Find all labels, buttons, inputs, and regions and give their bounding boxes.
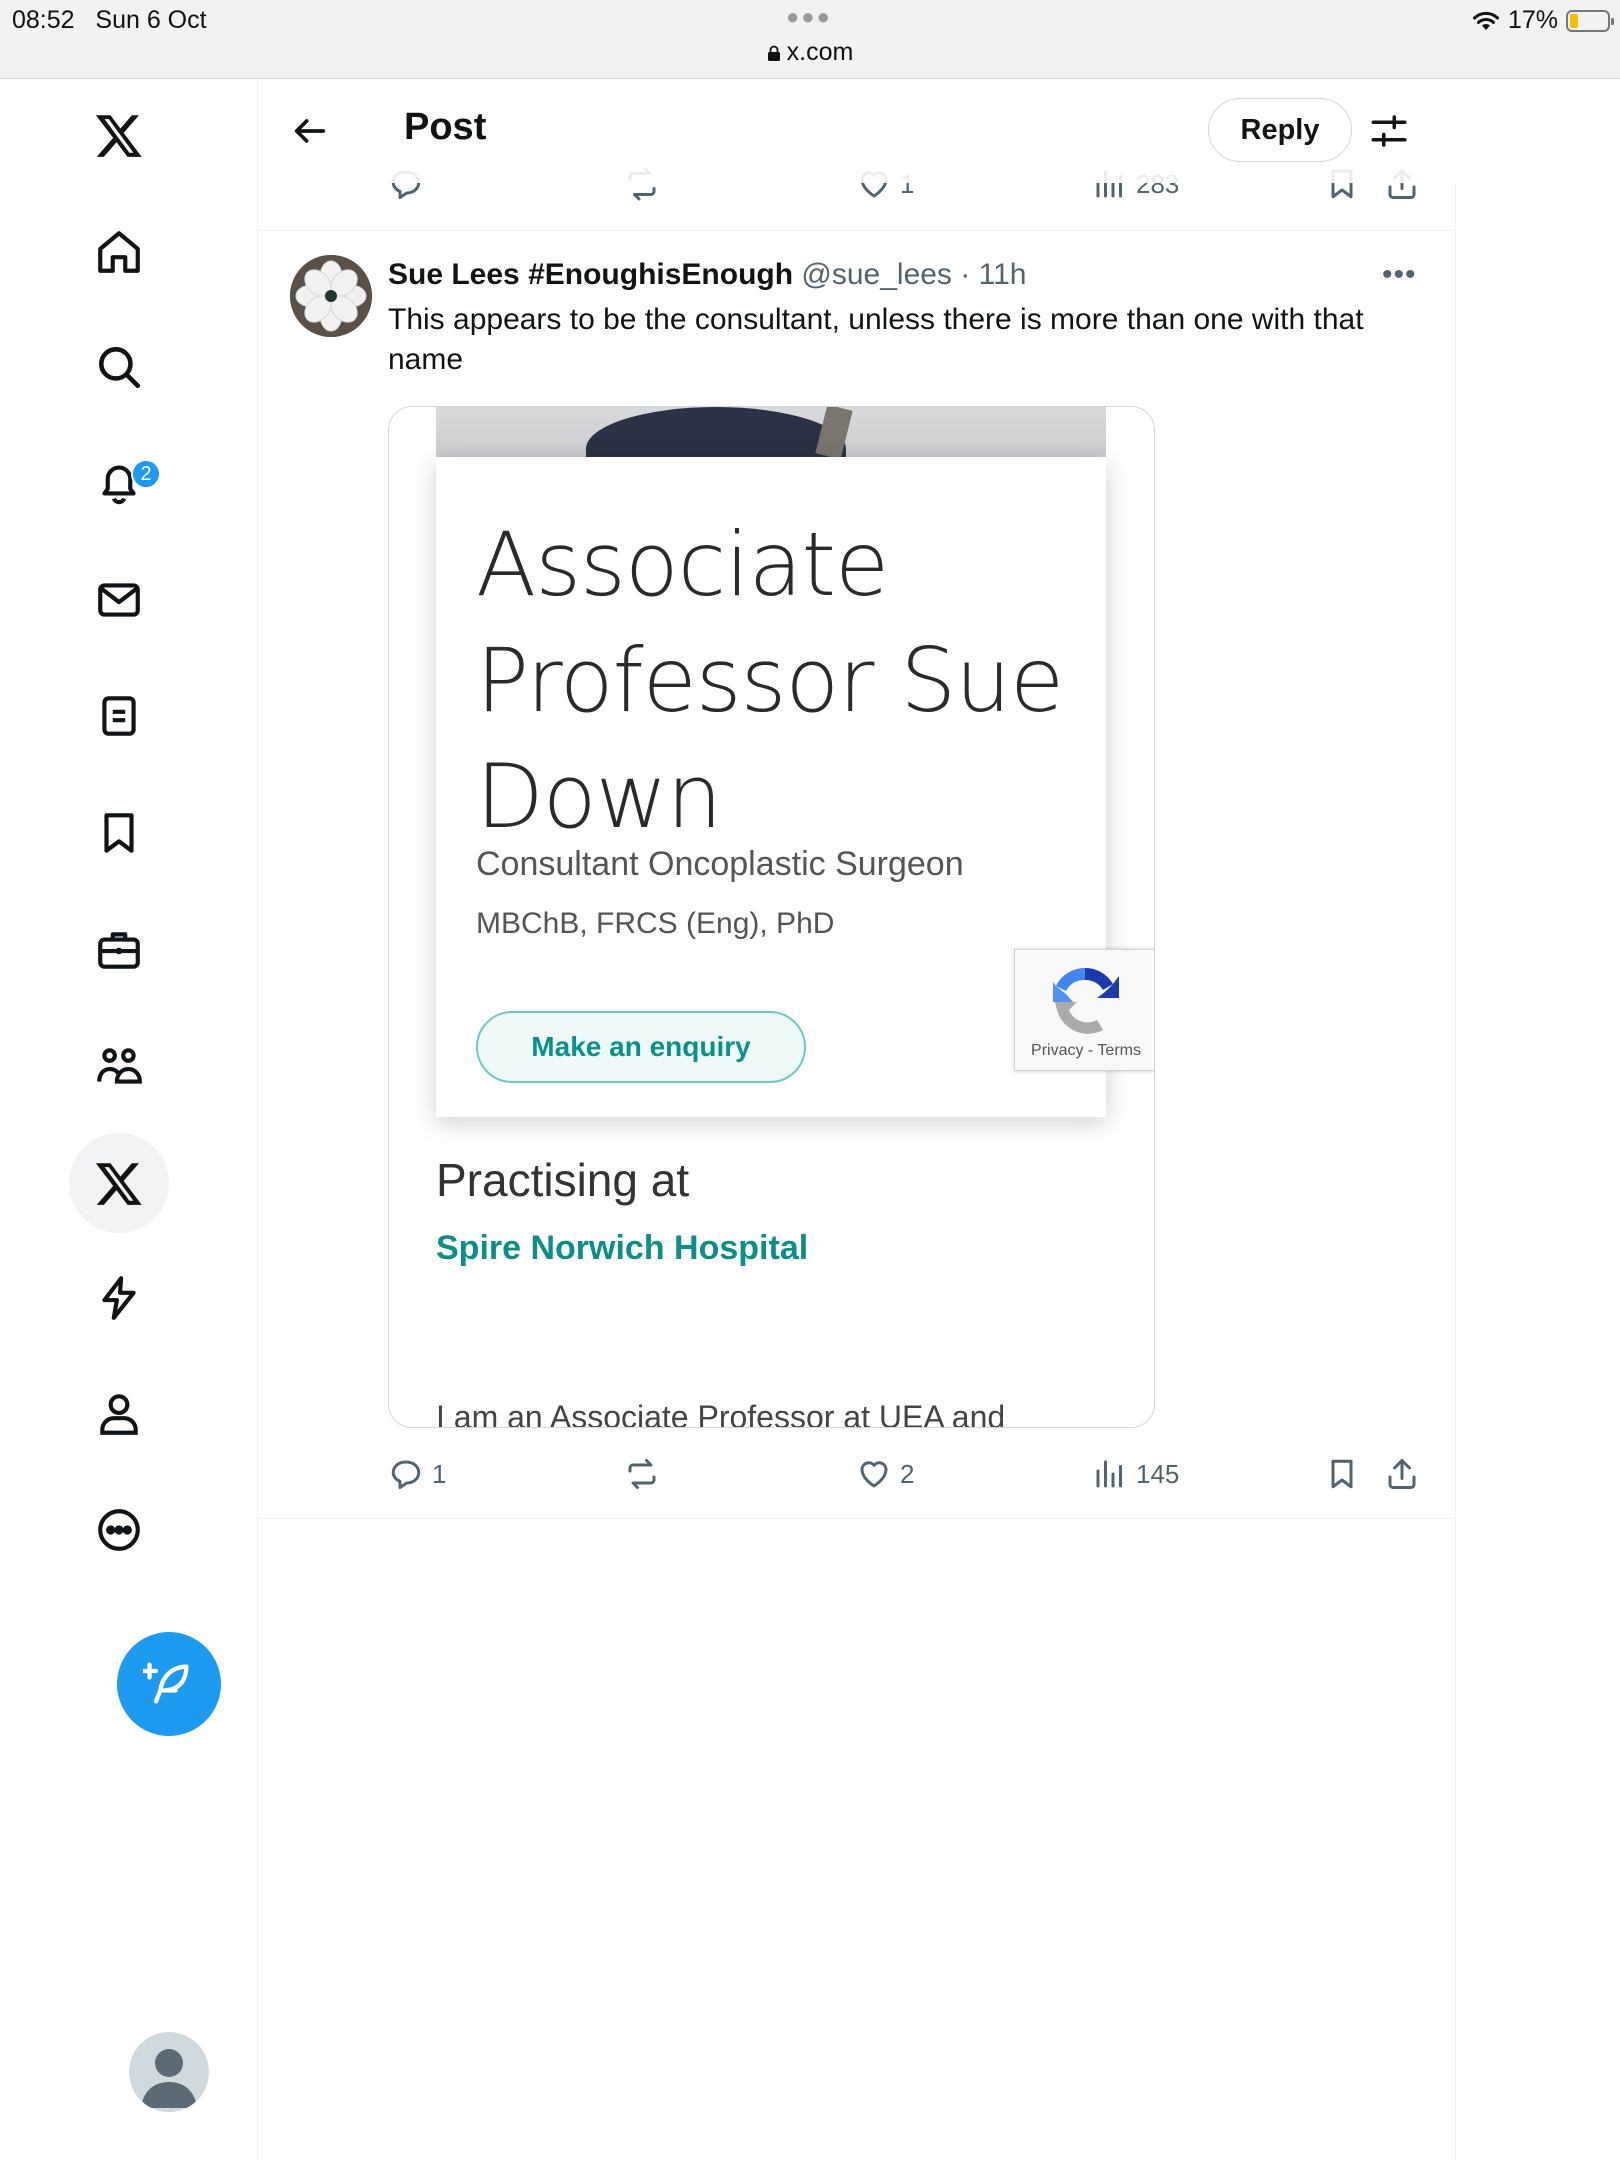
divider — [258, 230, 1456, 231]
more-options-icon[interactable] — [69, 1480, 169, 1580]
reply-count: 1 — [432, 1458, 447, 1489]
profile-person-icon[interactable] — [69, 1364, 169, 1464]
profile-photo-crop — [436, 407, 1106, 457]
date-text: Sun 6 Oct — [95, 6, 207, 34]
messages-envelope-icon[interactable] — [69, 550, 169, 650]
bookmarks-icon[interactable] — [69, 783, 169, 883]
post-text: This appears to be the consultant, unles… — [388, 303, 1364, 376]
feather-plus-icon — [143, 1662, 189, 1704]
recaptcha-icon — [1053, 967, 1119, 1034]
jobs-briefcase-icon[interactable] — [69, 900, 169, 1000]
divider — [258, 1518, 1456, 1519]
lock-icon — [767, 45, 780, 61]
like-action-button[interactable]: 2 — [856, 1456, 914, 1492]
heart-icon — [860, 1461, 888, 1488]
doctor-profile-card: Associate Professor Sue Down Consultant … — [436, 457, 1106, 1117]
make-enquiry-button: Make an enquiry — [476, 1011, 806, 1083]
reply-action-button[interactable]: 1 — [388, 1456, 446, 1492]
recaptcha-badge: Privacy - Terms — [1014, 949, 1154, 1071]
back-arrow-icon[interactable] — [290, 111, 330, 151]
repost-action-button[interactable] — [624, 1456, 660, 1492]
post-image[interactable]: Associate Professor Sue Down Consultant … — [388, 406, 1155, 1428]
view-count: 145 — [1136, 1458, 1180, 1489]
author-avatar[interactable] — [290, 255, 372, 337]
author-name[interactable]: Sue Lees #EnoughisEnough — [388, 258, 793, 291]
communities-icon[interactable] — [69, 1017, 169, 1117]
bookmark-action-button[interactable] — [1324, 1456, 1360, 1492]
compose-post-button[interactable] — [117, 1632, 221, 1736]
lists-icon[interactable] — [69, 666, 169, 766]
x-logo-icon[interactable] — [69, 85, 169, 185]
reply-button[interactable]: Reply — [1208, 98, 1352, 162]
page-title: Post — [404, 106, 487, 148]
post-time[interactable]: · 11h — [960, 258, 1026, 291]
flower-avatar-image — [290, 255, 372, 337]
notification-badge: 2 — [131, 459, 161, 489]
repost-icon — [628, 1459, 656, 1489]
default-avatar-icon — [141, 2049, 197, 2108]
account-avatar[interactable] — [129, 2032, 209, 2112]
verified-orgs-lightning-icon[interactable] — [69, 1248, 169, 1348]
status-right: 17% — [1472, 6, 1614, 35]
post-actions: 1 2 145 — [258, 1456, 1456, 1506]
views-chart-icon — [1096, 1460, 1122, 1488]
doctor-role: Consultant Oncoplastic Surgeon — [476, 845, 964, 883]
doctor-name: Associate Professor Sue Down — [476, 513, 1064, 848]
url-text: x.com — [786, 38, 854, 66]
recaptcha-links: Privacy - Terms — [1031, 1042, 1141, 1059]
battery-icon — [1566, 9, 1614, 32]
about-text: I am an Associate Professor at UEA and — [436, 1399, 1006, 1428]
battery-percent: 17% — [1507, 6, 1558, 34]
share-icon — [1388, 1459, 1416, 1489]
notifications-bell-icon[interactable]: 2 — [69, 433, 169, 533]
tab-dots-icon[interactable]: ●●● — [786, 4, 832, 30]
views-action[interactable]: 145 — [1092, 1456, 1179, 1492]
post-header: Post Reply — [258, 80, 1456, 183]
status-time: 08:52 Sun 6 Oct — [12, 6, 207, 35]
like-count: 2 — [900, 1458, 915, 1489]
bookmark-icon — [1331, 1459, 1353, 1489]
practising-label: Practising at — [436, 1154, 690, 1206]
time-text: 08:52 — [12, 6, 75, 34]
doctor-qualifications: MBChB, FRCS (Eng), PhD — [476, 907, 835, 940]
premium-x-icon[interactable] — [69, 1133, 169, 1233]
filter-sliders-icon[interactable] — [1368, 110, 1410, 152]
hospital-name: Spire Norwich Hospital — [436, 1229, 809, 1267]
reply-bubble-icon — [391, 1460, 421, 1489]
status-bar: 08:52 Sun 6 Oct ●●● x.com 17% — [0, 0, 1620, 79]
home-icon[interactable] — [69, 202, 169, 302]
author-handle[interactable]: @sue_lees — [801, 258, 952, 291]
more-options-dots-icon[interactable]: ••• — [1382, 258, 1417, 292]
share-action-button[interactable] — [1384, 1456, 1420, 1492]
search-icon[interactable] — [69, 317, 169, 417]
main-column: 1 283 Post Reply Sue Lees #EnoughisEnoug… — [258, 80, 1456, 2160]
address-bar[interactable]: x.com — [0, 38, 1620, 67]
post-author-line: Sue Lees #EnoughisEnough @sue_lees · 11h — [388, 258, 1026, 292]
wifi-icon — [1472, 11, 1499, 30]
sidebar: 2 — [0, 80, 258, 2160]
